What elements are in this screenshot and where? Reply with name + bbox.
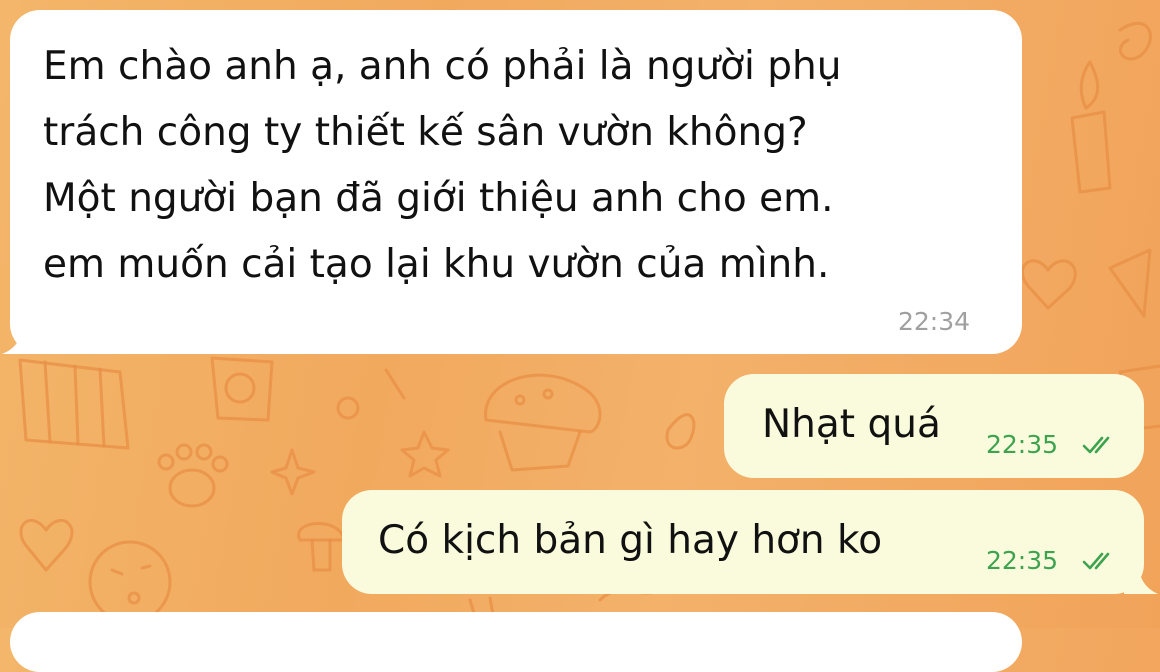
outgoing-bubble-tail: [1124, 560, 1158, 594]
message-timestamp: 22:35: [986, 430, 1059, 459]
double-check-icon: [1082, 552, 1110, 570]
incoming-message-bubble-partial[interactable]: [10, 612, 1022, 672]
message-text: Có kịch bản gì hay hơn ko: [378, 518, 883, 563]
incoming-bubble-tail: [2, 318, 40, 354]
message-text: Nhạt quá: [762, 402, 941, 447]
message-timestamp: 22:35: [986, 546, 1059, 575]
double-check-icon: [1082, 436, 1110, 454]
outgoing-message-bubble[interactable]: Có kịch bản gì hay hơn ko 22:35: [342, 490, 1144, 594]
message-timestamp: 22:34: [898, 307, 971, 336]
message-text-line: Em chào anh ạ, anh có phải là người phụ: [43, 44, 842, 89]
incoming-message-bubble[interactable]: Em chào anh ạ, anh có phải là người phụ …: [10, 10, 1022, 354]
message-text-line: em muốn cải tạo lại khu vườn của mình.: [43, 242, 830, 287]
message-text-line: trách công ty thiết kế sân vườn không?: [43, 110, 808, 155]
message-text-line: Một người bạn đã giới thiệu anh cho em.: [43, 176, 834, 221]
outgoing-message-bubble[interactable]: Nhạt quá 22:35: [724, 374, 1144, 478]
